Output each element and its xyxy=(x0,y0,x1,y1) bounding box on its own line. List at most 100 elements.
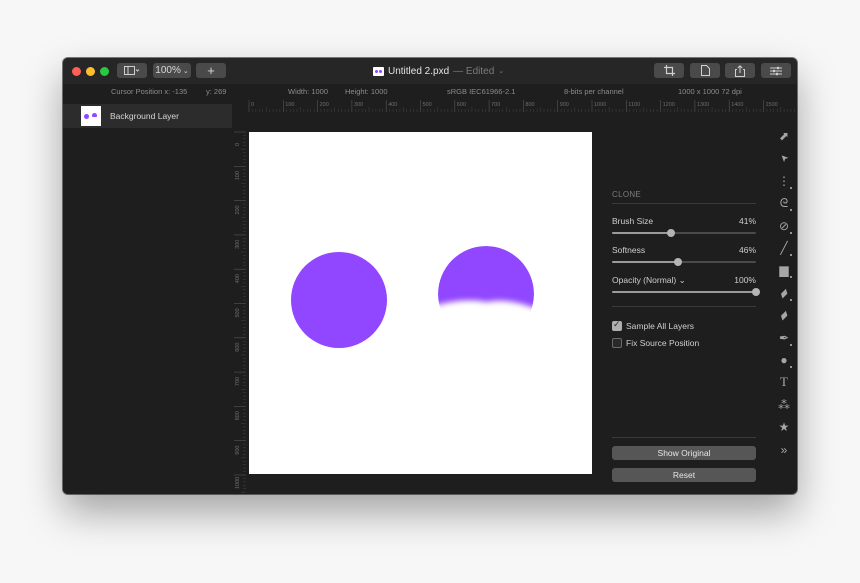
ruler-tick-label: 300 xyxy=(354,102,363,108)
sample-all-layers-label: Sample All Layers xyxy=(626,321,695,331)
app-window: 100% ⌄ + Untitled 2.pxd — Edited ⌄ Curso… xyxy=(63,58,797,494)
brush-icon: ╱ xyxy=(780,241,788,255)
more-options-indicator xyxy=(790,298,792,301)
brush-size-label: Brush Size xyxy=(612,216,654,226)
ruler-tick-label: 500 xyxy=(423,102,432,108)
sliders-icon xyxy=(770,66,782,75)
ruler-tick-label: 800 xyxy=(235,411,241,420)
ruler-tick-label: 600 xyxy=(235,343,241,352)
opacity-slider-knob[interactable] xyxy=(752,288,760,296)
sample-all-layers-checkbox[interactable]: Sample All Layers xyxy=(612,319,695,331)
tool-more-tools[interactable]: » xyxy=(776,442,792,458)
tool-type[interactable]: T xyxy=(776,374,792,390)
titlebar: 100% ⌄ + Untitled 2.pxd — Edited ⌄ xyxy=(63,58,797,84)
layer-thumbnail xyxy=(81,106,101,126)
tool-retouch[interactable]: ▰ xyxy=(776,307,792,323)
document-info-bar: Cursor Position x: -135 y: 269 Width: 10… xyxy=(63,84,797,98)
tool-arrange[interactable]: ⬈ xyxy=(776,128,792,144)
document-title[interactable]: Untitled 2.pxd — Edited ⌄ xyxy=(373,64,504,78)
maximize-window-button[interactable] xyxy=(100,67,109,76)
document-button[interactable] xyxy=(690,63,720,78)
brush-size-value: 41% xyxy=(738,216,756,226)
ruler-tick-label: 1300 xyxy=(697,102,709,108)
tool-select[interactable]: ⋮ xyxy=(776,173,792,189)
edited-status: — Edited xyxy=(453,65,495,77)
tool-shape[interactable]: ● xyxy=(776,352,792,368)
document-canvas[interactable] xyxy=(249,132,592,474)
crop-icon xyxy=(663,65,675,76)
ruler-tick-label: 900 xyxy=(235,446,241,455)
softness-slider[interactable] xyxy=(612,258,756,266)
tools-sidebar: ⬈ ➤ ⋮ ᘓ ⊘ ╱ ▆ ▰ ▰ ✒ ● T ⁂ ★ » xyxy=(771,128,797,494)
share-button[interactable] xyxy=(725,63,755,78)
tool-eraser[interactable]: ▰ xyxy=(776,285,792,301)
canvas-artwork xyxy=(291,246,544,362)
crop-button[interactable] xyxy=(654,63,684,78)
bit-depth: 8-bits per channel xyxy=(564,87,624,96)
tool-pen[interactable]: ✒ xyxy=(776,330,792,346)
vertical-ruler[interactable]: 0 100 200 300 400 500 600 700 800 900 1000 xyxy=(232,112,246,494)
brush-size-slider[interactable] xyxy=(612,229,756,237)
ruler-tick-label: 400 xyxy=(388,102,397,108)
ruler-tick-label: 800 xyxy=(525,102,534,108)
resolution: 1000 x 1000 72 dpi xyxy=(678,87,742,96)
ruler-tick-label: 1100 xyxy=(628,102,640,108)
plus-icon: + xyxy=(207,63,215,78)
chevron-down-icon: ⌄ xyxy=(182,67,189,75)
star-icon: ★ xyxy=(778,420,790,435)
canvas-width: Width: 1000 xyxy=(288,87,329,96)
checkbox-unchecked-icon[interactable] xyxy=(612,338,622,348)
ruler-tick-label: 600 xyxy=(457,102,466,108)
brush-size-slider-knob[interactable] xyxy=(667,229,676,237)
bandage-icon: ▰ xyxy=(775,306,793,324)
divider xyxy=(612,203,756,204)
ruler-tick-label: 900 xyxy=(560,102,569,108)
checkbox-checked-icon[interactable] xyxy=(612,319,622,331)
show-original-button[interactable]: Show Original xyxy=(612,446,756,460)
ruler-tick-label: 700 xyxy=(235,377,241,386)
tool-move[interactable]: ➤ xyxy=(776,150,792,166)
more-options-indicator xyxy=(790,231,792,234)
more-options-indicator xyxy=(790,254,792,256)
canvas-height: Height: 1000 xyxy=(345,87,388,96)
lasso-icon: ᘓ xyxy=(779,195,789,210)
ruler-tick-label: 300 xyxy=(235,240,241,249)
chevrons-right-icon: » xyxy=(780,442,788,457)
zoom-level-dropdown[interactable]: 100% ⌄ xyxy=(153,63,191,78)
more-options-indicator xyxy=(790,186,792,189)
minimize-window-button[interactable] xyxy=(86,67,95,76)
reset-button[interactable]: Reset xyxy=(612,468,756,482)
opacity-blend-dropdown[interactable]: Opacity (Normal) ⌄ xyxy=(612,275,686,286)
view-toggle-button[interactable] xyxy=(117,63,147,78)
tool-lasso[interactable]: ᘓ xyxy=(776,195,792,212)
more-options-indicator xyxy=(790,366,792,368)
purple-circle xyxy=(291,252,387,348)
tool-brush[interactable]: ╱ xyxy=(776,240,792,256)
more-options-indicator xyxy=(790,276,792,279)
ruler-tick-label: 200 xyxy=(235,205,241,214)
opacity-slider[interactable] xyxy=(612,288,760,296)
tool-effects[interactable]: ⁂ xyxy=(776,397,792,413)
adjustments-button[interactable] xyxy=(761,63,791,78)
layers-sidebar: Background Layer xyxy=(63,102,232,494)
fix-source-position-checkbox[interactable]: Fix Source Position xyxy=(612,338,699,348)
add-button[interactable]: + xyxy=(196,63,226,78)
horizontal-ruler[interactable]: 0 100 200 300 400 500 600 700 800 900 1000 1100 1200… xyxy=(240,98,797,112)
chevron-down-icon: ⌄ xyxy=(498,68,505,75)
tool-favorites[interactable]: ★ xyxy=(776,419,792,435)
tool-color-picker[interactable]: ⊘ xyxy=(776,218,792,234)
more-options-indicator xyxy=(790,343,792,346)
color-profile: sRGB IEC61966-2.1 xyxy=(447,87,516,96)
ruler-tick-label: 1500 xyxy=(766,102,778,108)
layer-item[interactable]: Background Layer xyxy=(63,104,232,128)
panel-title: CLONE xyxy=(612,190,642,199)
ruler-tick-label: 1200 xyxy=(663,102,675,108)
close-window-button[interactable] xyxy=(72,67,81,76)
softness-slider-knob[interactable] xyxy=(674,258,683,266)
effects-icon: ⁂ xyxy=(778,397,790,412)
zoom-level-label: 100% xyxy=(155,65,181,76)
document-thumbnail xyxy=(373,66,384,76)
divider xyxy=(612,306,756,307)
tool-paint-bucket[interactable]: ▆ xyxy=(776,262,792,279)
layer-name: Background Layer xyxy=(110,111,179,121)
